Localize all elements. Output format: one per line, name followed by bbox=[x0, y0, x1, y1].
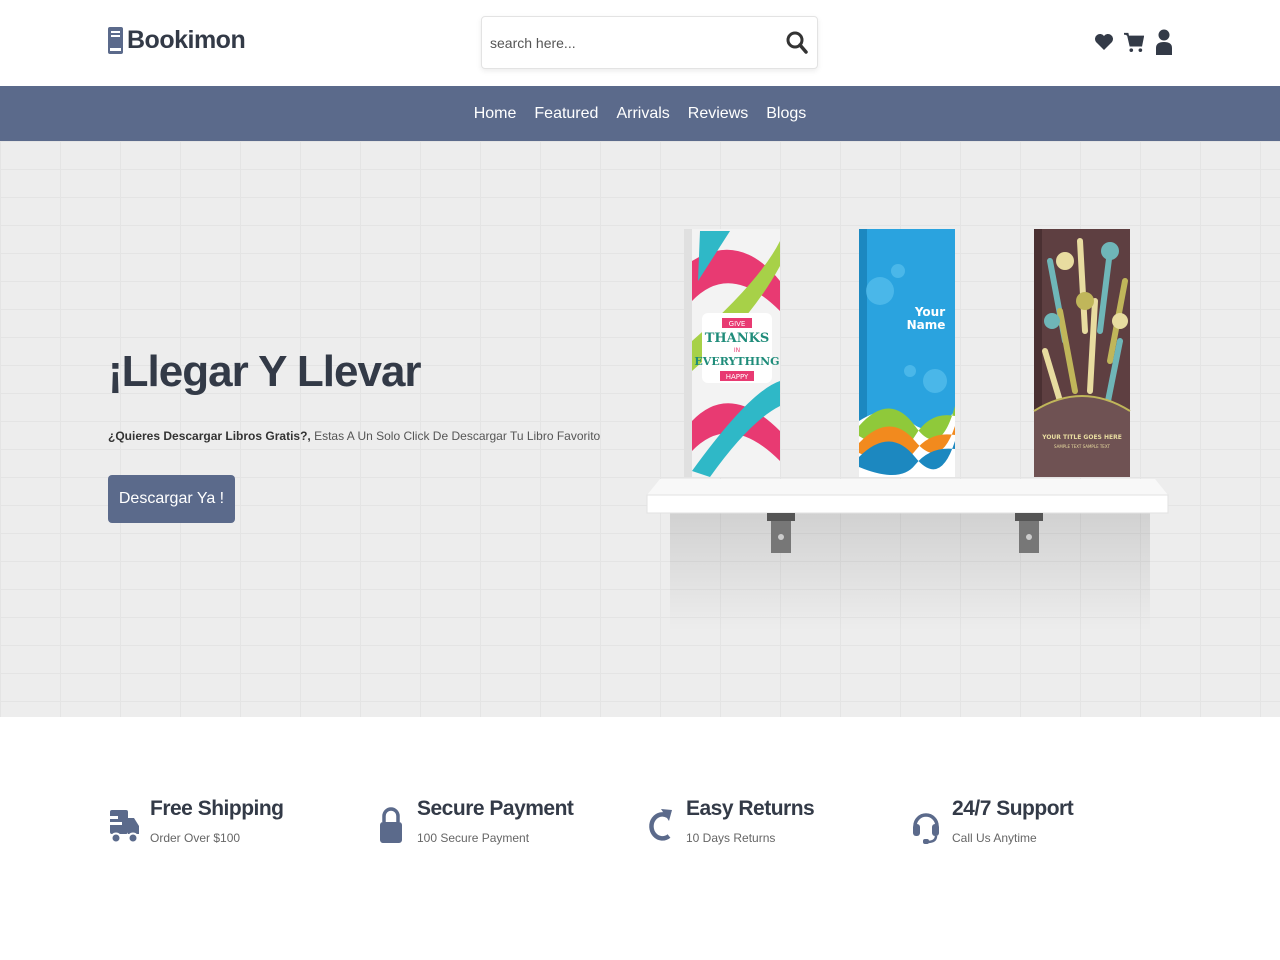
book1-line3: IN bbox=[734, 347, 740, 354]
search-icon[interactable] bbox=[785, 30, 809, 56]
shelf-bracket-right-screw bbox=[1026, 534, 1032, 540]
search-input[interactable] bbox=[482, 17, 772, 68]
feature-free-shipping-text: Free Shipping Order Over $100 bbox=[150, 797, 284, 847]
heart-icon[interactable] bbox=[1094, 28, 1114, 56]
cart-icon[interactable] bbox=[1124, 28, 1144, 56]
feature-support-text: 24/7 Support Call Us Anytime bbox=[952, 797, 1074, 847]
feature-free-shipping: Free Shipping Order Over $100 bbox=[108, 797, 284, 847]
feature-title: 24/7 Support bbox=[952, 797, 1074, 820]
features-section: Free Shipping Order Over $100 Secure Pay… bbox=[0, 717, 1280, 960]
headset-icon bbox=[910, 803, 942, 847]
nav-home[interactable]: Home bbox=[474, 105, 517, 123]
book1-line5: HAPPY bbox=[726, 373, 749, 381]
feature-support: 24/7 Support Call Us Anytime bbox=[910, 797, 1074, 847]
shelf-shadow bbox=[670, 511, 1150, 631]
book2-line2: Name bbox=[907, 318, 946, 332]
nav-featured[interactable]: Featured bbox=[534, 105, 598, 123]
shelf-top bbox=[647, 479, 1168, 495]
feature-desc: Call Us Anytime bbox=[952, 831, 1037, 845]
feature-desc: 10 Days Returns bbox=[686, 831, 776, 845]
book1-line2: THANKS bbox=[705, 331, 770, 346]
nav-arrivals[interactable]: Arrivals bbox=[616, 105, 669, 123]
feature-easy-returns: Easy Returns 10 Days Returns bbox=[644, 797, 815, 847]
book1-give: GIVE bbox=[729, 320, 746, 328]
logo[interactable]: Bookimon bbox=[108, 26, 246, 55]
feature-secure-payment: Secure Payment 100 Secure Payment bbox=[375, 797, 574, 847]
nav-blogs[interactable]: Blogs bbox=[766, 105, 806, 123]
feature-desc: Order Over $100 bbox=[150, 831, 241, 845]
search-box bbox=[481, 16, 818, 69]
book1-line4: EVERYTHING bbox=[694, 355, 779, 368]
feature-desc: 100 Secure Payment bbox=[417, 831, 530, 845]
feature-title: Secure Payment bbox=[417, 797, 574, 820]
book3-line1: YOUR TITLE GOES HERE bbox=[1041, 434, 1122, 441]
book2-line1: Your bbox=[914, 305, 945, 319]
feature-title: Easy Returns bbox=[686, 797, 815, 820]
hero-section: ¡Llegar Y Llevar ¿Quieres Descargar Libr… bbox=[0, 141, 1280, 717]
hero-subtitle: ¿Quieres Descargar Libros Gratis?, Estas… bbox=[108, 429, 600, 443]
shelf-front bbox=[646, 494, 1169, 514]
book-cover-hands[interactable]: YOUR TITLE GOES HERE SAMPLE TEXT SAMPLE … bbox=[1033, 229, 1131, 477]
feature-title: Free Shipping bbox=[150, 797, 284, 820]
header: Bookimon bbox=[0, 0, 1280, 86]
header-icons bbox=[1094, 28, 1174, 56]
book-icon bbox=[108, 27, 123, 54]
redo-icon bbox=[644, 803, 676, 847]
hero-title: ¡Llegar Y Llevar bbox=[108, 347, 422, 396]
truck-icon bbox=[108, 803, 140, 847]
brand-name: Bookimon bbox=[127, 26, 246, 54]
hero-subtitle-bold: ¿Quieres Descargar Libros Gratis?, bbox=[108, 429, 311, 443]
main-nav: Home Featured Arrivals Reviews Blogs bbox=[0, 86, 1280, 141]
user-icon[interactable] bbox=[1154, 28, 1174, 56]
shelf-bracket-left-screw bbox=[778, 534, 784, 540]
shelf-bracket-right bbox=[1015, 513, 1043, 521]
book3-line2: SAMPLE TEXT SAMPLE TEXT bbox=[1054, 444, 1110, 449]
hero-subtitle-rest: Estas A Un Solo Click De Descargar Tu Li… bbox=[310, 429, 601, 443]
shelf-bracket-left bbox=[767, 513, 795, 521]
feature-easy-returns-text: Easy Returns 10 Days Returns bbox=[686, 797, 815, 847]
download-button[interactable]: Descargar Ya ! bbox=[108, 475, 235, 523]
book-cover-thanks[interactable]: GIVE GIVE THANKS IN EVERYTHING HAPPY bbox=[684, 229, 780, 477]
book-cover-your-name[interactable]: Your Name bbox=[859, 229, 955, 477]
lock-icon bbox=[375, 803, 407, 847]
bookshelf-illustration: GIVE GIVE THANKS IN EVERYTHING HAPPY You… bbox=[646, 229, 1169, 631]
nav-reviews[interactable]: Reviews bbox=[688, 105, 748, 123]
feature-secure-payment-text: Secure Payment 100 Secure Payment bbox=[417, 797, 574, 847]
